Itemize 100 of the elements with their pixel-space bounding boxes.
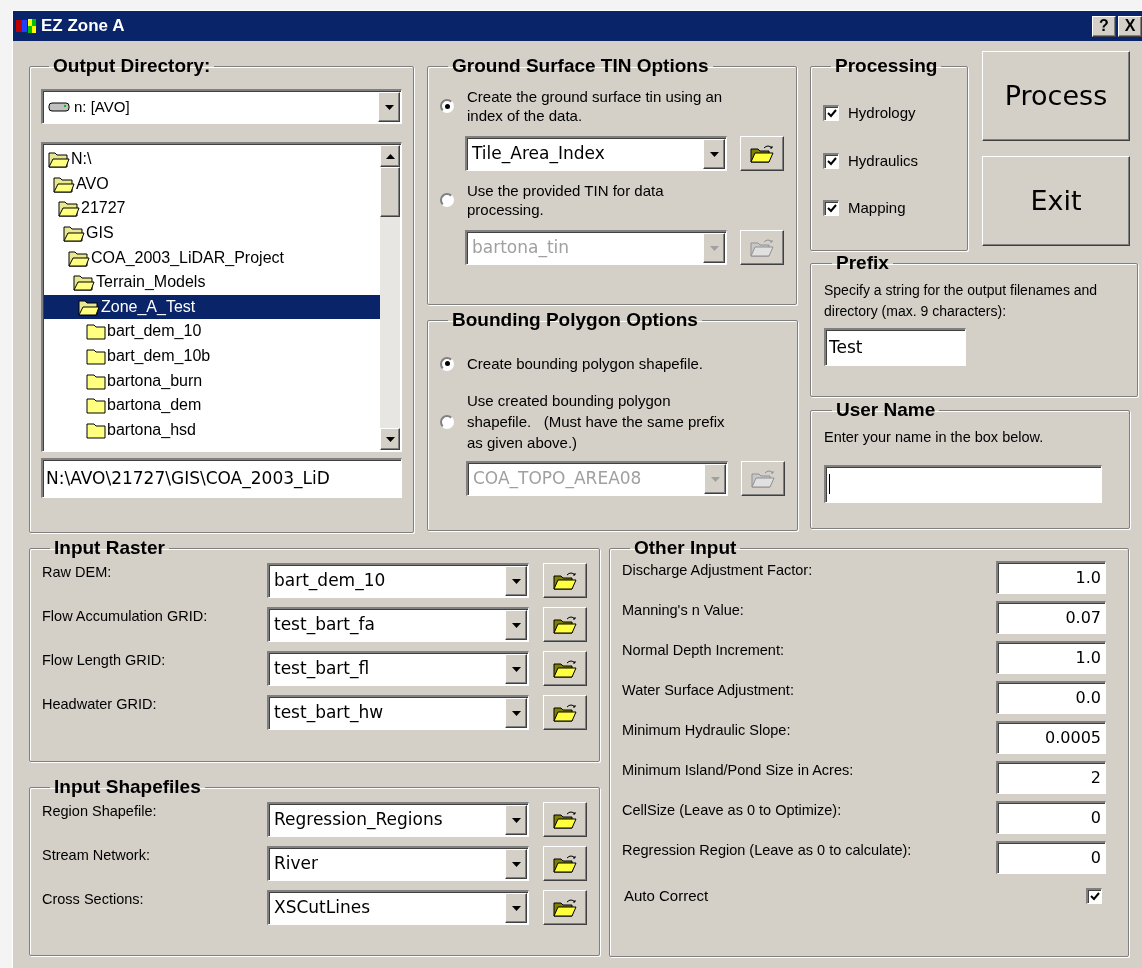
open-folder-icon [552,570,578,591]
number-field[interactable]: 0 [996,801,1106,834]
user-name-description: Enter your name in the box below. [824,428,1045,447]
radio-button[interactable] [440,99,454,113]
number-field[interactable]: 2 [996,761,1106,794]
radio-label[interactable]: Use the provided TIN for data processing. [467,181,739,219]
tree-item[interactable]: N:\ [44,147,380,172]
number-field[interactable]: 0 [996,841,1106,874]
tree-item[interactable]: bartona_burn [44,368,380,393]
dropdown[interactable]: Regression_Regions [267,802,529,837]
group-title: Bounding Polygon Options [451,309,699,331]
radio-button[interactable] [440,414,454,429]
tree-item[interactable]: bartona_hsd [44,417,380,443]
drive-dropdown[interactable]: n: [AVO] [41,89,402,124]
browse-button[interactable] [543,695,587,730]
radio-button[interactable] [440,356,454,371]
open-folder-icon [552,897,578,918]
field-label: Flow Length GRID: [42,651,167,670]
checkbox[interactable] [823,200,839,217]
scroll-thumb[interactable] [380,167,400,217]
dropdown[interactable]: bart_dem_10 [267,563,529,598]
open-folder-icon [73,273,95,292]
radio-label[interactable]: Create the ground surface tin using an index of the data. [467,87,739,125]
path-field[interactable]: N:\AVO\21727\GIS\COA_2003_LiD [41,458,402,498]
open-folder-icon [552,658,578,679]
tree-item[interactable]: bart_dem_10b [44,343,380,369]
dropdown[interactable]: test_bart_hw [267,695,529,730]
open-folder-icon [749,143,775,164]
field-label: Flow Accumulation GRID: [42,607,209,626]
field-label: Region Shapefile: [42,802,158,821]
folder-icon [86,322,106,341]
prefix-field[interactable]: Test [824,328,966,366]
checkbox[interactable] [823,152,839,169]
folder-icon [86,347,106,366]
radio-label[interactable]: Use created bounding polygon shapefile. (Must have the same prefix as given above.) [467,390,737,453]
tree-item[interactable]: AVO [44,171,380,197]
browse-button[interactable] [740,230,784,265]
open-folder-icon [552,702,578,723]
action-button[interactable]: Process [982,51,1130,141]
tree-item[interactable]: Terrain_Models [44,269,380,295]
browse-button[interactable] [543,651,587,686]
close-button[interactable]: X [1118,15,1142,37]
browse-button[interactable] [741,461,785,496]
tree-item[interactable]: Zone_A_Test [44,294,380,320]
dropdown[interactable]: Tile_Area_Index [465,136,727,171]
tree-item[interactable]: bartona_dem [44,392,380,418]
dropdown[interactable]: test_bart_fl [267,651,529,686]
browse-button[interactable] [543,563,587,598]
dropdown[interactable]: XSCutLines [267,890,529,925]
field-label: Discharge Adjustment Factor: [622,561,813,580]
browse-button[interactable] [543,846,587,881]
radio-button[interactable] [440,193,454,207]
group-title: User Name [835,399,937,421]
number-field[interactable]: 0.07 [996,601,1106,634]
field-label: Raw DEM: [42,563,113,582]
open-folder-icon [552,809,578,830]
open-folder-icon [53,174,75,193]
tree-item[interactable]: COA_2003_LiDAR_Project [44,245,380,270]
browse-button[interactable] [543,890,587,925]
number-field[interactable]: 0.0 [996,681,1106,714]
number-field[interactable]: 1.0 [996,561,1106,594]
scrollbar[interactable] [380,145,400,450]
app-icon [15,17,37,35]
scroll-down-icon[interactable] [380,428,400,450]
open-folder-icon [552,853,578,874]
tree-item[interactable]: 21727 [44,196,380,221]
number-field[interactable]: 1.0 [996,641,1106,674]
group-title: Other Input [633,537,738,559]
checkbox-label[interactable]: Hydrology [848,102,916,125]
group-title: Processing [834,55,939,77]
tree-item[interactable]: GIS [44,220,380,246]
prefix-description: Specify a string for the output filenames and directory (max. 9 characters): [824,281,1099,321]
checkbox[interactable] [823,105,839,122]
browse-button[interactable] [543,802,587,837]
open-folder-icon [63,224,85,243]
field-label: Cross Sections: [42,890,145,909]
browse-button[interactable] [740,136,784,171]
field-label: Minimum Island/Pond Size in Acres: [622,761,854,780]
group-title: Ground Surface TIN Options [451,55,710,77]
checkbox-label[interactable]: Auto Correct [624,885,709,908]
group-title: Input Shapefiles [53,776,202,798]
dropdown[interactable]: River [267,846,529,881]
checkbox-label[interactable]: Hydraulics [848,149,919,172]
field-label: Manning's n Value: [622,601,744,620]
folder-icon [86,396,106,415]
dropdown[interactable]: test_bart_fa [267,607,529,642]
number-field[interactable]: 0.0005 [996,721,1106,754]
field-label: Headwater GRID: [42,695,158,714]
action-button[interactable]: Exit [982,156,1130,246]
user-name-field[interactable] [824,464,1102,503]
checkbox-label[interactable]: Mapping [848,197,906,220]
field-label: Minimum Hydraulic Slope: [622,721,791,740]
scroll-up-icon[interactable] [380,145,400,167]
tree-item[interactable]: bart_dem_10 [44,319,380,344]
browse-button[interactable] [543,607,587,642]
help-button[interactable]: ? [1092,15,1116,37]
checkbox[interactable] [1086,888,1102,905]
radio-label[interactable]: Create bounding polygon shapefile. [467,353,737,374]
open-folder-icon [48,150,70,169]
group-title: Output Directory: [52,55,212,77]
